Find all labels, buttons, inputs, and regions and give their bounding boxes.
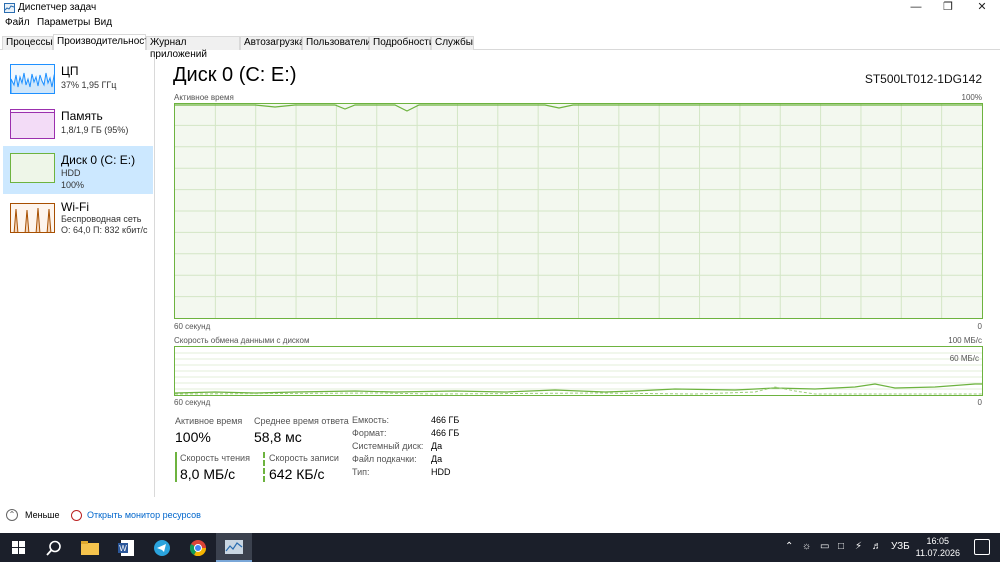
property-value: HDD [431, 467, 451, 477]
power-icon[interactable]: ⚡ [855, 541, 862, 552]
resource-name: ЦП [61, 64, 79, 78]
property-label: Емкость: [352, 415, 390, 425]
tab-users[interactable]: Пользователи [302, 36, 371, 50]
property-value: 466 ГБ [431, 428, 460, 438]
read-rate-indicator [175, 452, 177, 482]
tab-app-history[interactable]: Журнал приложений [146, 36, 240, 60]
file-explorer-icon[interactable] [72, 533, 108, 562]
cpu-thumbnail [10, 64, 55, 94]
resource-list: ЦП 37% 1,95 ГГц Память 1,8/1,9 ГБ (95%) … [0, 57, 155, 497]
menu-file[interactable]: Файл [5, 17, 30, 28]
tab-bar: Процессы Производительность Журнал прило… [0, 34, 1000, 60]
chart-min-label: 0 [977, 322, 982, 331]
tab-startup[interactable]: Автозагрузка [240, 36, 305, 50]
close-button[interactable]: ✕ [966, 0, 998, 16]
menu-view[interactable]: Вид [94, 17, 112, 28]
resource-detail: 37% 1,95 ГГц [61, 80, 117, 90]
resource-name: Диск 0 (C: E:) [61, 153, 136, 167]
property-value: Да [431, 441, 443, 451]
resource-name: Память [61, 109, 103, 123]
minimize-button[interactable]: — [900, 0, 932, 16]
chart-min-label: 0 [977, 398, 982, 407]
active-time-value: 100% [175, 429, 211, 445]
time: 16:05 [926, 536, 950, 546]
fewer-details-button[interactable]: Меньше [25, 510, 60, 520]
volume-icon[interactable]: ♬ [872, 541, 882, 552]
taskbar: W ⌃ ☼ ▭ □ ⚡ ♬ УЗБ 16:05 11.07.2026 [0, 533, 1000, 562]
active-time-graph [175, 104, 982, 318]
memory-thumbnail [10, 109, 55, 139]
read-speed-value: 8,0 МБ/с [180, 466, 236, 482]
resource-detail: О: 64,0 П: 832 кбит/с [61, 225, 148, 235]
windows-start-icon[interactable] [0, 533, 36, 562]
title-bar: Диспетчер задач — ❐ ✕ [0, 0, 1000, 16]
resource-name: Wi-Fi [61, 200, 89, 214]
date: 11.07.2026 [915, 548, 960, 558]
tab-processes[interactable]: Процессы [2, 36, 53, 50]
chart-active-time-label: Активное время [174, 93, 234, 102]
resource-detail: 1,8/1,9 ГБ (95%) [61, 125, 129, 135]
show-hidden-icons-icon[interactable]: ⌃ [785, 541, 793, 552]
menu-options[interactable]: Параметры [37, 17, 90, 28]
tab-services[interactable]: Службы [431, 36, 474, 50]
chart-transfer-label: Скорость обмена данными с диском [174, 336, 310, 345]
transfer-rate-chart: 60 МБ/с [174, 346, 983, 396]
resource-item-wifi[interactable]: Wi-Fi Беспроводная сеть О: 64,0 П: 832 к… [3, 197, 153, 245]
task-manager-icon [4, 3, 15, 13]
property-value: 466 ГБ [431, 415, 460, 425]
bottom-bar: ⌃ Меньше Открыть монитор ресурсов [0, 504, 1000, 526]
page-title: Диск 0 (C: E:) [173, 64, 297, 86]
chrome-icon[interactable] [180, 533, 216, 562]
write-speed-label: Скорость записи [269, 453, 339, 463]
svg-text:W: W [119, 544, 127, 553]
brightness-icon[interactable]: ☼ [802, 541, 811, 552]
transfer-rate-graph [175, 352, 982, 395]
resource-item-disk[interactable]: Диск 0 (C: E:) HDD 100% [3, 146, 153, 194]
maximize-button[interactable]: ❐ [932, 0, 964, 16]
active-time-label: Активное время [175, 416, 243, 426]
property-value: Да [431, 454, 443, 464]
search-icon[interactable] [36, 533, 72, 562]
resource-item-cpu[interactable]: ЦП 37% 1,95 ГГц [3, 59, 153, 107]
telegram-icon[interactable] [144, 533, 180, 562]
wifi-thumbnail [10, 203, 55, 233]
word-icon[interactable]: W [108, 533, 144, 562]
menu-bar: Файл Параметры Вид [0, 16, 1000, 32]
disk-thumbnail [10, 153, 55, 183]
chart-transfer-max: 100 МБ/с [948, 336, 982, 345]
chart-active-time-max: 100% [961, 93, 982, 102]
display-icon[interactable]: □ [838, 541, 844, 552]
tab-performance[interactable]: Производительность [53, 34, 154, 50]
battery-icon[interactable]: ▭ [820, 541, 829, 552]
chevron-up-icon[interactable]: ⌃ [6, 509, 18, 521]
property-label: Системный диск: [352, 441, 424, 451]
avg-response-value: 58,8 мс [254, 429, 302, 445]
disk-model: ST500LT012-1DG142 [864, 72, 982, 86]
resource-detail: 100% [61, 180, 85, 190]
chart-transfer-mid: 60 МБ/с [949, 354, 979, 363]
open-resource-monitor-link[interactable]: Открыть монитор ресурсов [87, 510, 201, 520]
write-speed-value: 642 КБ/с [269, 466, 325, 482]
property-label: Тип: [352, 467, 370, 477]
window-title: Диспетчер задач [18, 2, 97, 13]
write-rate-indicator [263, 452, 265, 482]
notification-icon[interactable] [974, 539, 990, 555]
chart-time-label: 60 секунд [174, 322, 211, 331]
clock[interactable]: 16:05 11.07.2026 [916, 535, 960, 559]
language-indicator[interactable]: УЗБ [891, 541, 910, 552]
avg-response-label: Среднее время ответа [254, 416, 349, 426]
read-speed-label: Скорость чтения [180, 453, 250, 463]
task-manager-taskbar-icon[interactable] [216, 533, 252, 562]
active-time-chart [174, 103, 983, 319]
resource-item-memory[interactable]: Память 1,8/1,9 ГБ (95%) [3, 104, 153, 152]
property-label: Формат: [352, 428, 387, 438]
resource-monitor-icon [71, 510, 82, 521]
resource-detail: HDD [61, 168, 81, 178]
tab-details[interactable]: Подробности [369, 36, 434, 50]
property-label: Файл подкачки: [352, 454, 417, 464]
chart-time-label: 60 секунд [174, 398, 211, 407]
resource-detail: Беспроводная сеть [61, 214, 142, 224]
